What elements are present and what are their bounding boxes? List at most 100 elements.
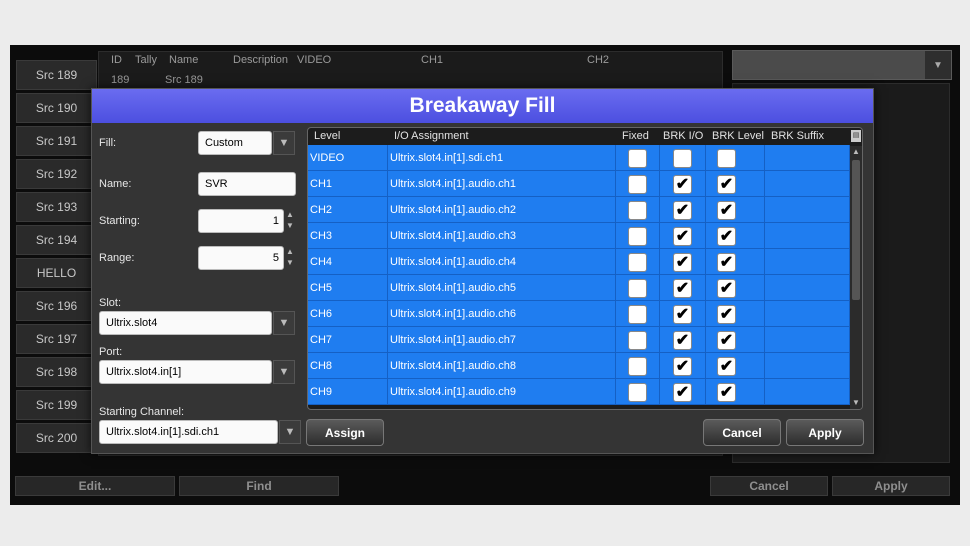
fixed-checkbox[interactable] [628,149,647,168]
cell-fixed [616,301,660,327]
fill-dropdown-arrow[interactable]: ▼ [273,131,295,155]
apply-button[interactable]: Apply [786,419,864,446]
brk-io-checkbox[interactable]: ✔ [673,331,692,350]
starting-channel-select[interactable]: Ultrix.slot4.in[1].sdi.ch1 [99,420,278,444]
brk-io-checkbox[interactable]: ✔ [673,227,692,246]
brk-level-checkbox[interactable]: ✔ [717,331,736,350]
find-button[interactable]: Find [179,476,339,496]
brk-level-checkbox[interactable] [717,149,736,168]
source-button[interactable]: Src 200 [16,423,97,453]
table-row[interactable]: CH6 Ultrix.slot4.in[1].audio.ch6 ✔ ✔ [308,301,850,327]
fixed-checkbox[interactable] [628,305,647,324]
brk-level-checkbox[interactable]: ✔ [717,227,736,246]
table-row[interactable]: CH3 Ultrix.slot4.in[1].audio.ch3 ✔ ✔ [308,223,850,249]
table-row[interactable]: CH5 Ultrix.slot4.in[1].audio.ch5 ✔ ✔ [308,275,850,301]
chevron-up-icon: ▲ [286,210,294,219]
background-dropdown[interactable]: ▼ [732,50,952,80]
table-row[interactable]: CH9 Ultrix.slot4.in[1].audio.ch9 ✔ ✔ [308,379,850,405]
brk-io-checkbox[interactable]: ✔ [673,175,692,194]
column-header-io-assignment: I/O Assignment [394,130,469,142]
brk-level-checkbox[interactable]: ✔ [717,201,736,220]
cell-io: Ultrix.slot4.in[1].audio.ch7 [388,327,616,353]
cell-brk-suffix[interactable] [765,301,850,327]
cell-brk-suffix[interactable] [765,353,850,379]
cell-brk-suffix[interactable] [765,223,850,249]
table-row[interactable]: CH4 Ultrix.slot4.in[1].audio.ch4 ✔ ✔ [308,249,850,275]
brk-level-checkbox[interactable]: ✔ [717,305,736,324]
brk-io-checkbox[interactable]: ✔ [673,357,692,376]
brk-io-checkbox[interactable]: ✔ [673,383,692,402]
cell-brk-suffix[interactable] [765,145,850,171]
brk-level-checkbox[interactable]: ✔ [717,175,736,194]
cell-brk-suffix[interactable] [765,249,850,275]
table-row[interactable]: CH7 Ultrix.slot4.in[1].audio.ch7 ✔ ✔ [308,327,850,353]
chevron-down-icon: ▼ [925,51,951,79]
scrollbar-thumb[interactable] [852,160,860,300]
brk-level-checkbox[interactable]: ✔ [717,357,736,376]
cell-brk-io: ✔ [660,301,706,327]
table-scrollbar[interactable]: ▲ ▼ [850,146,862,409]
source-button[interactable]: Src 192 [16,159,97,189]
starting-input[interactable]: 1 [198,209,284,233]
table-row[interactable]: CH1 Ultrix.slot4.in[1].audio.ch1 ✔ ✔ [308,171,850,197]
brk-io-checkbox[interactable]: ✔ [673,279,692,298]
checkmark-icon: ✔ [675,227,690,245]
brk-io-checkbox[interactable]: ✔ [673,201,692,220]
name-input[interactable]: SVR [198,172,296,196]
source-button[interactable]: Src 199 [16,390,97,420]
cell-brk-suffix[interactable] [765,327,850,353]
brk-level-checkbox[interactable]: ✔ [717,279,736,298]
fixed-checkbox[interactable] [628,383,647,402]
chevron-up-icon: ▲ [286,247,294,256]
slot-select[interactable]: Ultrix.slot4 [99,311,272,335]
source-button[interactable]: Src 191 [16,126,97,156]
scroll-down-icon[interactable]: ▼ [850,397,862,409]
cell-brk-suffix[interactable] [765,275,850,301]
fixed-checkbox[interactable] [628,253,647,272]
source-button[interactable]: Src 196 [16,291,97,321]
starting-spinner[interactable]: ▲ ▼ [284,209,296,233]
brk-io-checkbox[interactable]: ✔ [673,253,692,272]
table-row[interactable]: VIDEO Ultrix.slot4.in[1].sdi.ch1 [308,145,850,171]
cell-brk-suffix[interactable] [765,379,850,405]
source-button[interactable]: Src 190 [16,93,97,123]
source-button[interactable]: Src 189 [16,60,97,90]
source-button[interactable]: Src 198 [16,357,97,387]
fixed-checkbox[interactable] [628,175,647,194]
fixed-checkbox[interactable] [628,357,647,376]
source-button[interactable]: Src 197 [16,324,97,354]
brk-io-checkbox[interactable]: ✔ [673,305,692,324]
background-cancel-button[interactable]: Cancel [710,476,828,496]
table-row[interactable]: CH2 Ultrix.slot4.in[1].audio.ch2 ✔ ✔ [308,197,850,223]
io-assignment-value: Ultrix.slot4.in[1].audio.ch1 [390,178,516,190]
brk-level-checkbox[interactable]: ✔ [717,383,736,402]
cell-brk-suffix[interactable] [765,197,850,223]
range-spinner[interactable]: ▲ ▼ [284,246,296,270]
column-header-brk-io: BRK I/O [663,130,704,142]
table-row[interactable]: CH8 Ultrix.slot4.in[1].audio.ch8 ✔ ✔ [308,353,850,379]
cell-io: Ultrix.slot4.in[1].audio.ch2 [388,197,616,223]
starting-channel-dropdown-arrow[interactable]: ▼ [279,420,301,444]
fixed-checkbox[interactable] [628,201,647,220]
source-button[interactable]: Src 193 [16,192,97,222]
brk-level-checkbox[interactable]: ✔ [717,253,736,272]
cell-brk-suffix[interactable] [765,171,850,197]
source-button[interactable]: Src 194 [16,225,97,255]
fixed-checkbox[interactable] [628,279,647,298]
brk-io-checkbox[interactable] [673,149,692,168]
io-assignment-value: Ultrix.slot4.in[1].audio.ch8 [390,360,516,372]
source-button[interactable]: HELLO [16,258,97,288]
port-select[interactable]: Ultrix.slot4.in[1] [99,360,272,384]
cancel-button[interactable]: Cancel [703,419,781,446]
background-apply-button[interactable]: Apply [832,476,950,496]
column-chooser-icon[interactable]: ▤ [851,130,861,142]
scroll-up-icon[interactable]: ▲ [850,146,862,158]
fill-select[interactable]: Custom [198,131,272,155]
edit-button[interactable]: Edit... [15,476,175,496]
fixed-checkbox[interactable] [628,227,647,246]
assign-button[interactable]: Assign [306,419,384,446]
range-input[interactable]: 5 [198,246,284,270]
fixed-checkbox[interactable] [628,331,647,350]
port-dropdown-arrow[interactable]: ▼ [273,360,295,384]
slot-dropdown-arrow[interactable]: ▼ [273,311,295,335]
